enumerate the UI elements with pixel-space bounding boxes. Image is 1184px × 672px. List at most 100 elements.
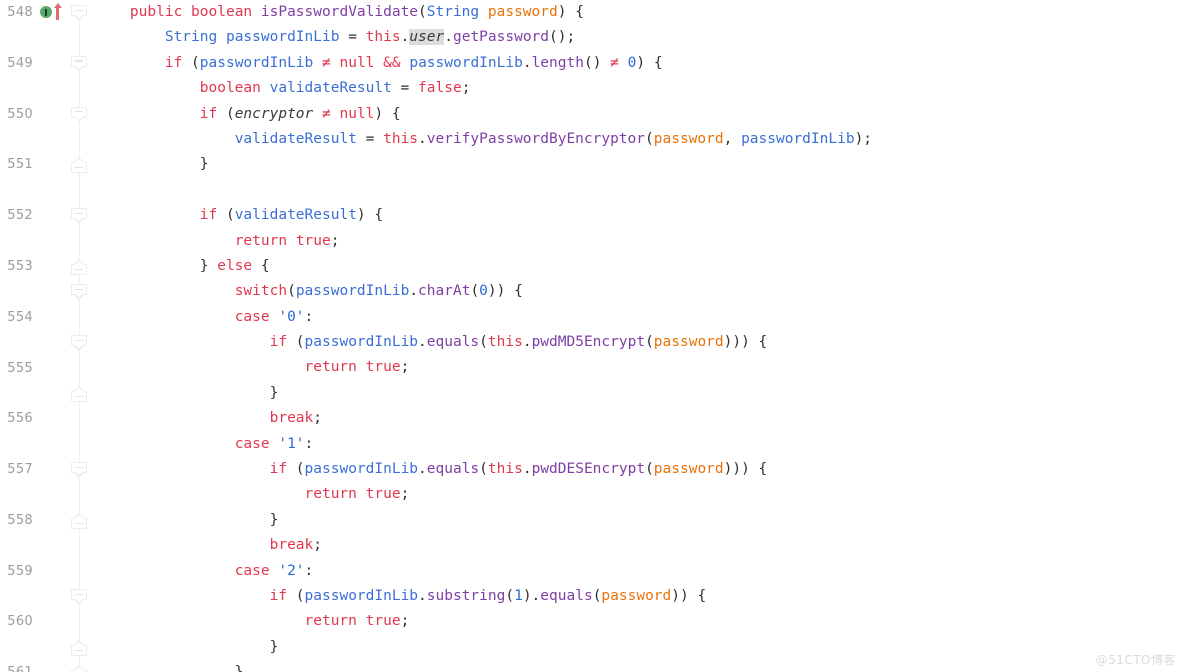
code-line[interactable]: }: [95, 381, 1184, 406]
code-line[interactable]: return true;: [95, 482, 1184, 507]
code-token: passwordInLib: [304, 334, 419, 351]
code-line[interactable]: boolean validateResult = false;: [95, 76, 1184, 101]
code-line[interactable]: if (passwordInLib.equals(this.pwdMD5Encr…: [95, 330, 1184, 355]
fold-toggle-up-icon[interactable]: [71, 259, 87, 275]
fold-toggle-down-icon[interactable]: [71, 462, 87, 478]
code-line[interactable]: if (encryptor ≠ null) {: [95, 102, 1184, 127]
implementing-method-up-arrow-icon[interactable]: [53, 3, 62, 20]
code-token: =: [391, 80, 419, 97]
code-line[interactable]: validateResult = this.verifyPasswordByEn…: [95, 127, 1184, 152]
fold-tip-down: [72, 471, 85, 478]
fold-tip-down: [72, 115, 85, 123]
code-token: .: [418, 130, 427, 147]
code-line[interactable]: }: [95, 660, 1184, 672]
fold-minus-glyph: [75, 212, 83, 215]
fold-toggle-up-icon[interactable]: [71, 513, 87, 529]
code-token: .: [409, 283, 419, 300]
fold-toggle-down-icon[interactable]: [71, 55, 87, 72]
code-line[interactable]: }: [95, 635, 1184, 660]
fold-toggle-down-icon[interactable]: [71, 284, 87, 300]
code-token: null: [339, 105, 375, 122]
code-token: .: [522, 334, 532, 351]
code-line[interactable]: String passwordInLib = this.user.getPass…: [95, 25, 1184, 50]
code-line[interactable]: break;: [95, 533, 1184, 558]
code-token: ;: [330, 232, 340, 249]
code-line[interactable]: if (passwordInLib ≠ null && passwordInLi…: [95, 51, 1184, 76]
code-token: (: [479, 461, 488, 478]
code-token: (: [287, 334, 305, 351]
fold-toggle-down-icon[interactable]: [71, 335, 87, 351]
code-token: }: [95, 257, 218, 274]
code-line[interactable]: return true;: [95, 355, 1184, 380]
code-token: ,: [723, 130, 742, 147]
code-token: ();: [549, 29, 576, 46]
code-token: ) {: [557, 4, 584, 20]
fold-toggle-down-icon[interactable]: [71, 106, 87, 123]
code-token: case: [234, 308, 270, 325]
code-content-area[interactable]: public boolean isPasswordValidate(String…: [95, 0, 1184, 672]
fold-toggle-up-icon[interactable]: [71, 157, 87, 174]
code-token: this: [487, 461, 523, 478]
code-token: if: [164, 54, 183, 71]
code-line[interactable]: switch(passwordInLib.charAt(0)) {: [95, 279, 1184, 304]
gutter-marker-group[interactable]: [40, 3, 66, 23]
code-token: ) {: [374, 105, 401, 122]
fold-tip-down: [72, 217, 85, 224]
code-line[interactable]: }: [95, 152, 1184, 177]
fold-tip-up: [72, 640, 85, 646]
code-line[interactable]: public boolean isPasswordValidate(String…: [95, 0, 1184, 25]
code-line[interactable]: break;: [95, 406, 1184, 431]
code-line[interactable]: case '0':: [95, 305, 1184, 330]
code-token: return: [304, 486, 357, 503]
code-token: ) {: [636, 54, 663, 71]
line-number: 559: [7, 563, 33, 579]
fold-tip-up: [72, 513, 85, 519]
code-line[interactable]: return true;: [95, 609, 1184, 634]
code-line[interactable]: case '2':: [95, 559, 1184, 584]
fold-toggle-up-icon[interactable]: [71, 386, 87, 402]
code-token: getPassword: [452, 29, 550, 46]
fold-minus-glyph: [75, 395, 83, 397]
code-token: isPasswordValidate: [260, 4, 419, 20]
code-line[interactable]: if (passwordInLib.equals(this.pwdDESEncr…: [95, 457, 1184, 482]
fold-toggle-up-icon[interactable]: [71, 640, 87, 656]
code-token: .: [418, 587, 427, 604]
code-token: password: [487, 4, 558, 20]
fold-toggle-down-icon[interactable]: [71, 5, 87, 21]
fold-minus-glyph: [75, 268, 83, 270]
code-editor[interactable]: 548 549 550 551 552 553 554 555 556 557 558 559 560 5…: [0, 0, 1184, 672]
fold-toggle-down-icon[interactable]: [71, 208, 87, 224]
fold-toggle-up-icon[interactable]: [71, 665, 87, 672]
code-line[interactable]: }: [95, 508, 1184, 533]
code-line[interactable]: [95, 178, 1184, 203]
code-line[interactable]: return true;: [95, 229, 1184, 254]
code-token: ;: [461, 80, 471, 97]
code-token: ≠: [610, 54, 619, 71]
code-token: validateResult: [234, 130, 357, 147]
run-method-green-icon[interactable]: [40, 6, 52, 18]
code-line[interactable]: } else {: [95, 254, 1184, 279]
line-number: 557: [7, 462, 33, 478]
code-token: ;: [400, 613, 410, 630]
code-token: (): [583, 54, 611, 71]
code-line[interactable]: if (validateResult) {: [95, 203, 1184, 228]
fold-tip-down: [72, 14, 85, 21]
code-folding-column[interactable]: [68, 0, 95, 672]
code-line[interactable]: if (passwordInLib.substring(1).equals(pa…: [95, 584, 1184, 609]
code-line[interactable]: case '1':: [95, 432, 1184, 457]
code-token: validateResult: [234, 207, 357, 224]
code-token: charAt: [418, 283, 471, 300]
fold-toggle-down-icon[interactable]: [71, 589, 87, 605]
line-number: 550: [7, 106, 33, 122]
code-token: ))) {: [723, 334, 768, 351]
code-token: '0': [278, 308, 305, 325]
